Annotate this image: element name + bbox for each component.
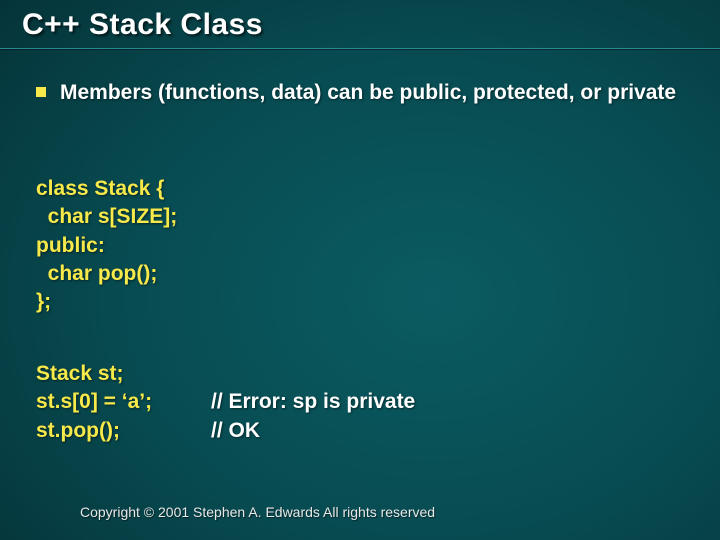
code-line: class Stack { — [36, 177, 164, 200]
code-comment: // OK — [211, 417, 260, 445]
code-stmt: st.s[0] = ‘a’; — [36, 388, 211, 416]
code-line: char s[SIZE]; — [36, 205, 177, 228]
code-stmt: st.pop(); — [36, 417, 211, 445]
bullet-item: Members (functions, data) can be public,… — [36, 80, 690, 107]
code-comment: // Error: sp is private — [211, 388, 415, 416]
code-row: st.s[0] = ‘a’; // Error: sp is private — [36, 388, 415, 416]
code-line: char pop(); — [36, 262, 157, 285]
code-block-usage: Stack st; st.s[0] = ‘a’; // Error: sp is… — [36, 360, 415, 445]
code-line: public: — [36, 234, 105, 257]
copyright-footer: Copyright © 2001 Stephen A. Edwards All … — [80, 504, 435, 520]
code-stmt: Stack st; — [36, 360, 211, 388]
code-row: Stack st; — [36, 360, 415, 388]
code-block-class-def: class Stack { char s[SIZE]; public: char… — [36, 175, 177, 317]
slide: C++ Stack Class Members (functions, data… — [0, 0, 720, 540]
code-line: }; — [36, 290, 51, 313]
title-underline — [0, 48, 720, 49]
bullet-text: Members (functions, data) can be public,… — [60, 80, 676, 107]
code-row: st.pop(); // OK — [36, 417, 415, 445]
bullet-marker-icon — [36, 87, 46, 97]
slide-title: C++ Stack Class — [22, 8, 263, 42]
